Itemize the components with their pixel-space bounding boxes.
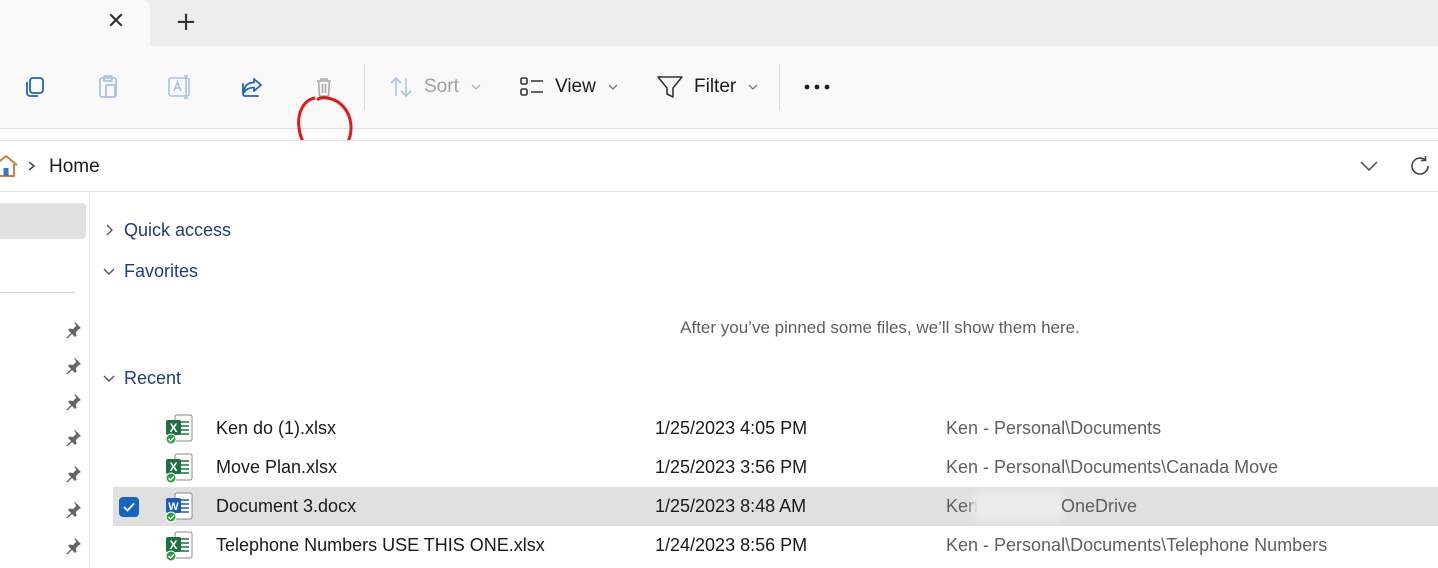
list-item-selected[interactable]: W Document 3.docx 1/25/2023 8:48 AM Ken … — [113, 487, 1438, 526]
file-date: 1/24/2023 8:56 PM — [655, 535, 808, 555]
filter-label: Filter — [694, 76, 737, 97]
list-item[interactable]: X Move Plan.xlsx 1/25/2023 3:56 PM Ken -… — [113, 448, 1438, 487]
file-date: 1/25/2023 4:05 PM — [655, 418, 808, 438]
view-icon — [520, 77, 543, 96]
chevron-down-icon — [748, 84, 758, 90]
view-button[interactable]: View — [519, 70, 618, 104]
redacted-region — [972, 491, 1064, 521]
selection-checkbox[interactable] — [119, 497, 139, 517]
excel-file-icon: X — [165, 531, 193, 562]
file-name: Move Plan.xlsx — [216, 457, 338, 477]
paste-icon — [93, 72, 123, 102]
copy-icon[interactable] — [20, 72, 50, 102]
chevron-down-icon — [471, 84, 481, 90]
file-location: Ken - Personal\Documents\Canada Move — [946, 457, 1279, 477]
favorites-empty-message: After you’ve pinned some files, we’ll sh… — [680, 318, 1080, 337]
checkmark-icon — [123, 502, 135, 512]
close-tab-icon[interactable]: ✕ — [104, 8, 128, 36]
section-quick-access[interactable]: Quick access — [102, 217, 231, 243]
pin-icon[interactable] — [64, 392, 82, 410]
sidebar-item-home[interactable] — [0, 203, 86, 239]
address-bar: Home — [0, 140, 1438, 192]
excel-file-icon: X — [165, 453, 193, 484]
file-name: Telephone Numbers USE THIS ONE.xlsx — [216, 535, 545, 555]
sidebar-divider — [0, 292, 75, 293]
tab-home[interactable]: ✕ — [0, 0, 150, 46]
section-label: Quick access — [124, 219, 232, 240]
svg-text:W: W — [168, 501, 179, 513]
file-date: 1/25/2023 8:48 AM — [655, 496, 807, 516]
filter-icon — [657, 76, 683, 98]
section-label: Recent — [124, 367, 182, 388]
home-icon[interactable] — [0, 153, 20, 179]
svg-text:X: X — [169, 421, 177, 435]
sort-button: Sort — [388, 70, 481, 104]
chevron-down-icon — [103, 268, 115, 275]
svg-text:X: X — [169, 538, 177, 552]
pin-icon[interactable] — [64, 536, 82, 554]
navigation-pane — [0, 192, 90, 568]
file-name: Ken do (1).xlsx — [216, 418, 337, 438]
share-icon[interactable] — [237, 72, 267, 102]
pin-icon[interactable] — [64, 320, 82, 338]
view-label: View — [555, 76, 596, 97]
list-item[interactable]: X Ken do (1).xlsx 1/25/2023 4:05 PM Ken … — [113, 409, 1438, 448]
chevron-right-icon — [106, 224, 113, 236]
file-location-end: OneDrive — [1061, 496, 1138, 516]
chevron-down-icon — [608, 84, 618, 90]
pin-icon[interactable] — [64, 464, 82, 482]
section-label: Favorites — [124, 260, 199, 281]
filter-button[interactable]: Filter — [656, 70, 758, 104]
chevron-right-icon — [28, 161, 36, 171]
file-name: Document 3.docx — [216, 496, 357, 516]
breadcrumb-home[interactable]: Home — [49, 155, 100, 179]
chevron-down-icon — [103, 375, 115, 382]
tab-strip: ✕ + — [0, 0, 1438, 46]
excel-file-icon: X — [165, 414, 193, 445]
sort-label: Sort — [424, 76, 459, 97]
pin-icon[interactable] — [64, 428, 82, 446]
section-favorites[interactable]: Favorites — [102, 258, 198, 284]
section-recent[interactable]: Recent — [102, 365, 181, 391]
file-location: Ken - Personal\Documents — [946, 418, 1162, 438]
more-icon[interactable] — [801, 76, 833, 98]
pin-icon[interactable] — [64, 356, 82, 374]
refresh-icon[interactable] — [1407, 153, 1433, 179]
toolbar-separator — [364, 64, 365, 110]
word-file-icon: W — [165, 492, 193, 523]
command-bar: Sort View Filter — [0, 46, 1438, 158]
list-item[interactable]: X Telephone Numbers USE THIS ONE.xlsx 1/… — [113, 526, 1438, 565]
rename-icon — [165, 72, 195, 102]
pane-divider — [89, 192, 90, 568]
file-date: 1/25/2023 3:56 PM — [655, 457, 808, 477]
toolbar-separator — [779, 64, 780, 110]
sort-icon — [390, 76, 412, 98]
pin-icon[interactable] — [64, 500, 82, 518]
file-location: Ken - Personal\Documents\Telephone Numbe… — [946, 535, 1328, 555]
chevron-down-icon[interactable] — [1358, 157, 1380, 175]
svg-text:X: X — [169, 460, 177, 474]
new-tab-icon[interactable]: + — [172, 7, 200, 37]
